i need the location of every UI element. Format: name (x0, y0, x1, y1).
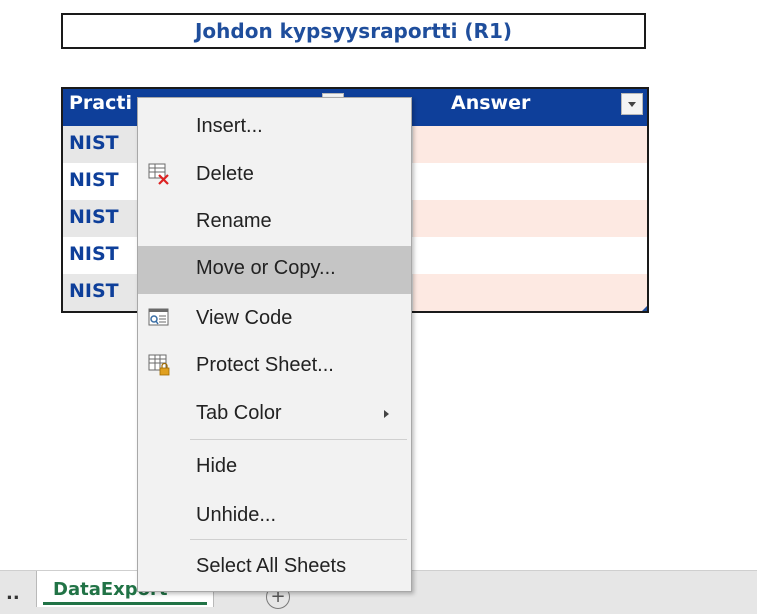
answer-cell[interactable] (413, 200, 647, 237)
menu-item-label: Tab Color (196, 402, 282, 424)
answer-cell[interactable] (413, 126, 647, 163)
menu-item-select-all-sheets[interactable]: Select All Sheets (138, 544, 411, 590)
active-tab-underline (43, 602, 207, 605)
menu-item-insert[interactable]: Insert... (138, 104, 411, 150)
menu-item-unhide[interactable]: Unhide... (138, 493, 411, 539)
protect-sheet-icon (148, 354, 170, 376)
menu-item-delete[interactable]: Delete (138, 152, 411, 198)
table-resize-handle[interactable] (642, 306, 647, 311)
sheet-context-menu: Insert... Delete Rename Move or Copy... … (137, 97, 412, 592)
menu-item-label: View Code (196, 307, 293, 329)
answer-cell[interactable] (413, 163, 647, 200)
chevron-down-icon (628, 101, 636, 107)
practice-value: NIST (69, 243, 119, 265)
practice-value: NIST (69, 206, 119, 228)
column-header-answer[interactable]: Answer (451, 92, 530, 114)
filter-dropdown-answer[interactable] (621, 93, 643, 115)
delete-sheet-icon (148, 163, 169, 185)
menu-item-label: Insert... (196, 115, 263, 137)
menu-item-protect-sheet[interactable]: Protect Sheet... (138, 343, 411, 389)
menu-separator (190, 439, 407, 440)
menu-item-hide[interactable]: Hide (138, 444, 411, 490)
menu-item-label: Protect Sheet... (196, 354, 334, 376)
view-code-icon (148, 308, 169, 326)
menu-item-label: Rename (196, 210, 272, 232)
menu-item-tab-color[interactable]: Tab Color (138, 391, 411, 437)
menu-item-label: Select All Sheets (196, 555, 347, 577)
menu-item-rename[interactable]: Rename (138, 199, 411, 245)
menu-item-label: Hide (196, 455, 238, 477)
answer-cell[interactable] (413, 274, 647, 311)
menu-item-move-or-copy[interactable]: Move or Copy... (138, 246, 411, 294)
practice-value: NIST (69, 169, 119, 191)
chevron-right-icon (384, 410, 389, 418)
practice-value: NIST (69, 132, 119, 154)
practice-value: NIST (69, 280, 119, 302)
more-sheets-ellipsis[interactable]: .. (6, 583, 20, 604)
report-title: Johdon kypsyysraportti (R1) (61, 13, 646, 49)
menu-item-view-code[interactable]: View Code (138, 296, 411, 342)
menu-item-label: Unhide... (196, 504, 277, 526)
answer-cell[interactable] (413, 237, 647, 274)
menu-item-label: Move or Copy... (196, 257, 336, 279)
menu-item-label: Delete (196, 163, 254, 185)
column-header-practice[interactable]: Practi (69, 92, 132, 114)
menu-separator (190, 539, 407, 540)
